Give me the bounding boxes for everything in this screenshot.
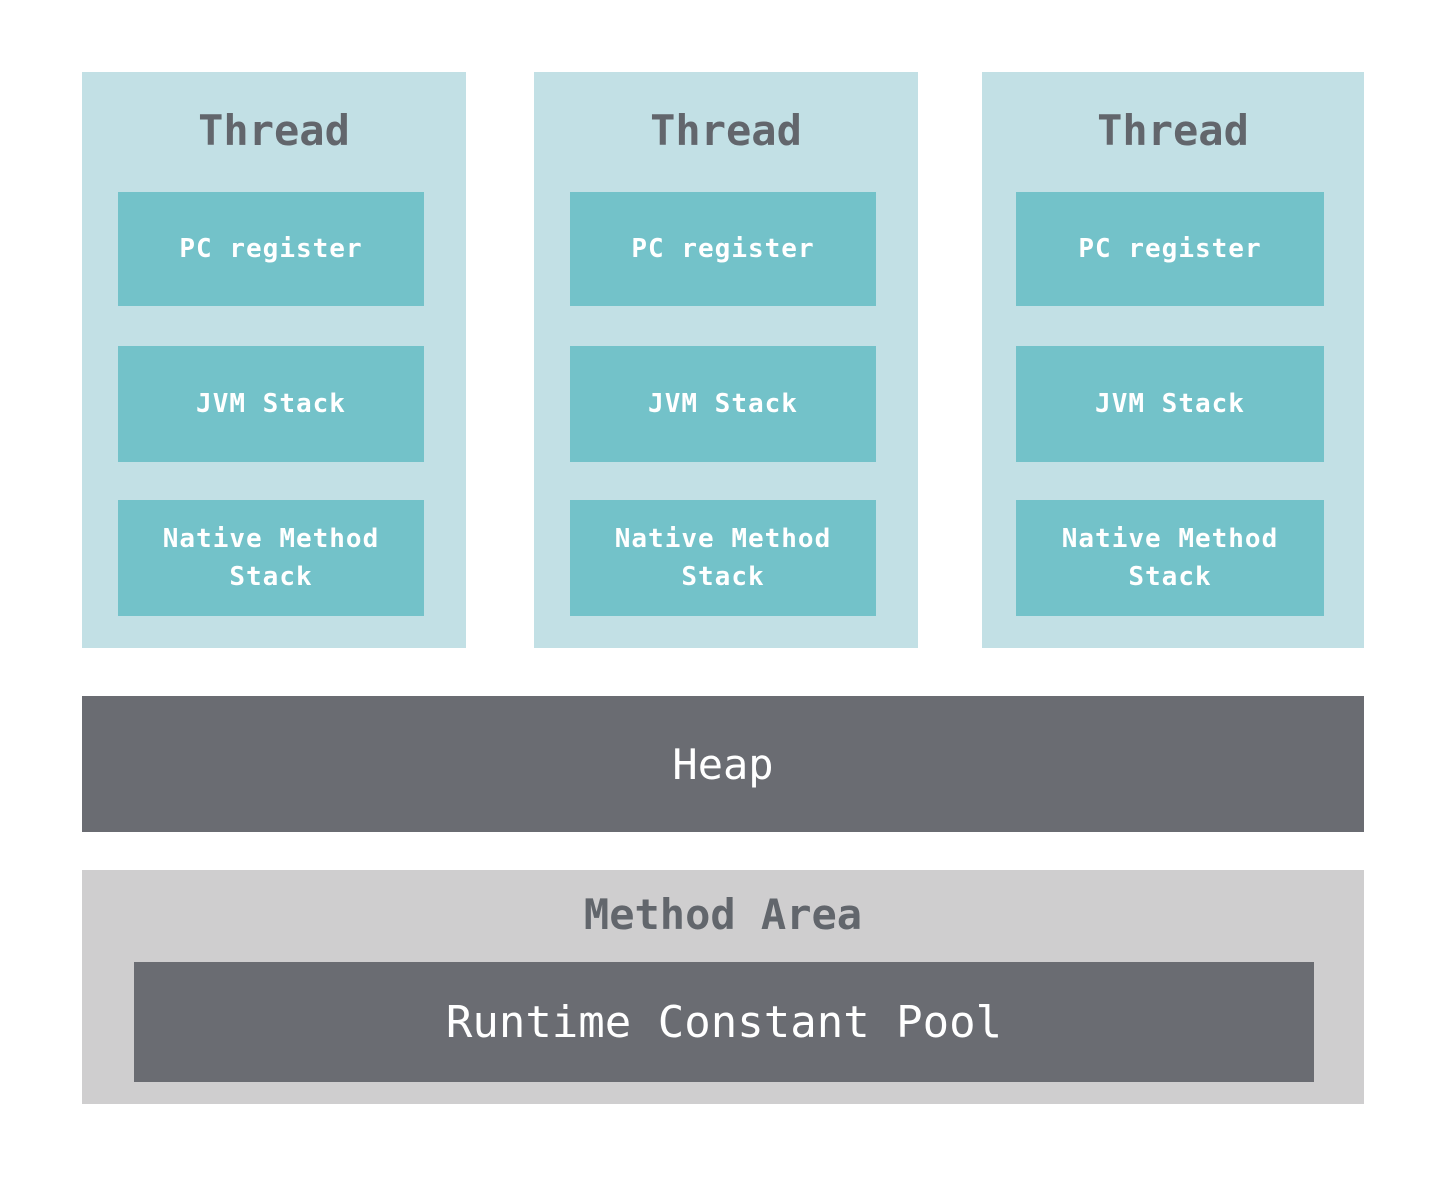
jvm-stack: JVM Stack <box>118 346 424 462</box>
jvm-stack-label: JVM Stack <box>648 389 798 419</box>
pc-register-label: PC register <box>179 234 363 264</box>
pc-register-label: PC register <box>631 234 815 264</box>
pc-register: PC register <box>1016 192 1324 306</box>
thread-0: Thread PC register JVM Stack Native Meth… <box>82 72 466 648</box>
runtime-constant-pool-label: Runtime Constant Pool <box>445 996 1003 1048</box>
pc-register: PC register <box>118 192 424 306</box>
native-method-stack-label: Native Method Stack <box>1061 524 1279 592</box>
thread-title: Thread <box>198 106 350 155</box>
thread-title: Thread <box>650 106 802 155</box>
jvm-stack: JVM Stack <box>1016 346 1324 462</box>
native-method-stack-label: Native Method Stack <box>162 524 380 592</box>
method-area: Method Area Runtime Constant Pool <box>82 870 1364 1104</box>
native-method-stack: Native Method Stack <box>570 500 876 616</box>
native-method-stack-label: Native Method Stack <box>614 524 832 592</box>
jvm-stack-label: JVM Stack <box>1095 389 1245 419</box>
thread-2: Thread PC register JVM Stack Native Meth… <box>982 72 1364 648</box>
runtime-constant-pool: Runtime Constant Pool <box>134 962 1314 1082</box>
pc-register-label: PC register <box>1078 234 1262 264</box>
jvm-stack: JVM Stack <box>570 346 876 462</box>
pc-register: PC register <box>570 192 876 306</box>
thread-1: Thread PC register JVM Stack Native Meth… <box>534 72 918 648</box>
method-area-title: Method Area <box>583 890 863 939</box>
native-method-stack: Native Method Stack <box>118 500 424 616</box>
heap: Heap <box>82 696 1364 832</box>
native-method-stack: Native Method Stack <box>1016 500 1324 616</box>
thread-title: Thread <box>1097 106 1249 155</box>
jvm-stack-label: JVM Stack <box>196 389 346 419</box>
heap-label: Heap <box>672 739 774 789</box>
